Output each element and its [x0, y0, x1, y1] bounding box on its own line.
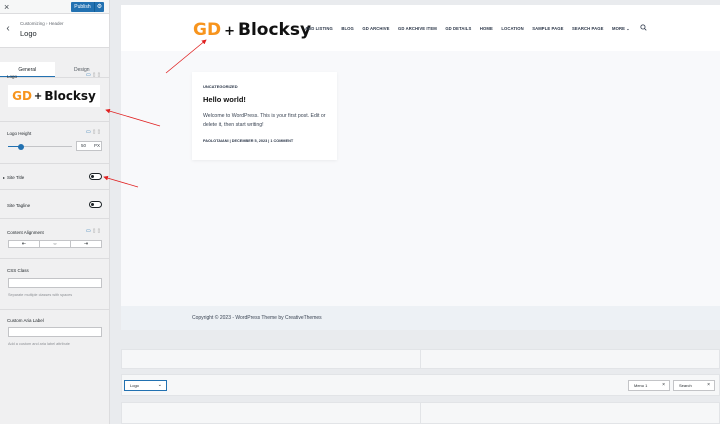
css-class-input[interactable]: [8, 278, 102, 288]
divider: [0, 121, 109, 122]
back-chevron-icon[interactable]: ‹: [4, 23, 12, 34]
responsive-switcher: ▭▯▯: [86, 72, 102, 78]
site-preview: GD + Blocksy ADD LISTING BLOG GD ARCHIVE G…: [121, 5, 720, 330]
logo-height-value: 50: [81, 143, 87, 148]
post-category[interactable]: UNCATEGORIZED: [203, 84, 238, 89]
desktop-icon[interactable]: ▭: [86, 228, 93, 234]
logo-text-plus: +: [33, 90, 43, 102]
align-left-icon[interactable]: ⇤: [9, 241, 40, 247]
customizer-topbar: × Publish ⚙: [0, 0, 109, 14]
post-title[interactable]: Hello world!: [203, 95, 246, 104]
post-card: UNCATEGORIZED Hello world! Welcome to Wo…: [192, 72, 337, 160]
section-header: ‹ Customizing › Header Logo: [0, 14, 109, 48]
builder-row-bottom[interactable]: [121, 402, 720, 424]
logo-text-gd: GD: [12, 89, 32, 103]
aria-label-help: Add a custom and aria label attribute: [8, 342, 70, 346]
site-tagline-toggle[interactable]: [89, 201, 102, 208]
row-divider: [420, 350, 421, 368]
builder-row-top[interactable]: [121, 349, 720, 369]
search-item-chip[interactable]: Search ×: [673, 380, 715, 391]
aria-label-label: Custom Aria Label: [7, 318, 44, 323]
logo-text-blocksy: Blocksy: [44, 89, 96, 103]
aria-label-input[interactable]: [8, 327, 102, 337]
menu-chip-label: Menu 1: [634, 383, 648, 388]
publish-button[interactable]: Publish: [71, 2, 94, 12]
nav-item-more[interactable]: MORE ⌄: [612, 26, 630, 31]
nav-item-blog[interactable]: BLOG: [341, 26, 354, 31]
logo-height-input[interactable]: 50 PX: [76, 141, 102, 151]
align-right-icon[interactable]: ⇥: [71, 241, 101, 247]
divider: [0, 218, 109, 219]
gear-icon[interactable]: ⚙: [94, 2, 104, 12]
search-icon[interactable]: [640, 24, 647, 31]
logo-height-label: Logo Height: [7, 131, 32, 136]
align-center-icon[interactable]: ⇔: [40, 241, 71, 247]
css-class-label: CSS Class: [7, 268, 29, 273]
site-footer: Copyright © 2023 - WordPress Theme by Cr…: [121, 306, 720, 330]
menu-item-chip[interactable]: Menu 1 ×: [628, 380, 670, 391]
responsive-switcher: ▭▯▯: [86, 228, 102, 234]
section-title: Logo: [20, 29, 37, 38]
post-meta: PAOLOTAIANI | DECEMBER 5, 2023 | 1 COMME…: [203, 139, 294, 143]
logo-height-slider-thumb[interactable]: [18, 143, 24, 150]
nav-item-gd-archive[interactable]: GD ARCHIVE: [362, 26, 389, 31]
nav-item-sample-page[interactable]: SAMPLE PAGE: [532, 26, 563, 31]
content-alignment-buttons: ⇤ ⇔ ⇥: [8, 240, 102, 248]
site-header: GD + Blocksy ADD LISTING BLOG GD ARCHIVE G…: [121, 5, 720, 51]
nav-item-home[interactable]: HOME: [480, 26, 493, 31]
customizer-sidebar: × Publish ⚙ ‹ Customizing › Header Logo …: [0, 0, 110, 424]
main-nav: ADD LISTING BLOG GD ARCHIVE GD ARCHIVE I…: [305, 26, 638, 31]
site-title-toggle[interactable]: [89, 173, 102, 180]
site-logo-blocksy: Blocksy: [237, 20, 312, 40]
logo-option-label: Logo: [7, 74, 18, 79]
nav-item-add-listing[interactable]: ADD LISTING: [305, 26, 333, 31]
mobile-icon[interactable]: ▯: [98, 129, 103, 135]
divider: [0, 163, 109, 164]
post-excerpt: Welcome to WordPress. This is your first…: [203, 113, 326, 128]
builder-row-middle[interactable]: Logo ⌄ Menu 1 × Search ×: [121, 374, 720, 396]
nav-item-search-page[interactable]: SEARCH PAGE: [572, 26, 604, 31]
mobile-icon[interactable]: ▯: [98, 228, 103, 234]
search-chip-label: Search: [679, 383, 692, 388]
site-tagline-label: Site Tagline: [7, 203, 31, 208]
logo-height-unit[interactable]: PX: [94, 142, 100, 150]
divider: [0, 189, 109, 190]
copyright-text: Copyright © 2023 - WordPress Theme by Cr…: [192, 315, 322, 321]
close-icon[interactable]: ×: [707, 381, 710, 390]
content-alignment-label: Content Alignment: [7, 230, 44, 235]
responsive-switcher: ▭▯▯: [86, 129, 102, 135]
css-class-help: Separate multiple classes with spaces: [8, 293, 73, 297]
logo-chip-label: Logo: [130, 383, 139, 388]
nav-item-location[interactable]: LOCATION: [501, 26, 523, 31]
breadcrumb: Customizing › Header: [20, 21, 64, 26]
desktop-icon[interactable]: ▭: [86, 129, 93, 135]
close-icon[interactable]: ×: [4, 1, 9, 13]
caret-right-icon[interactable]: ▸: [3, 175, 5, 180]
mobile-icon[interactable]: ▯: [98, 72, 103, 78]
logo-item-chip[interactable]: Logo ⌄: [124, 380, 167, 391]
site-title-label: Site Title: [7, 175, 25, 180]
site-logo-plus: +: [224, 24, 235, 39]
site-logo[interactable]: GD + Blocksy: [193, 20, 311, 40]
nav-item-gd-details[interactable]: GD DETAILS: [445, 26, 471, 31]
divider: [0, 309, 109, 310]
desktop-icon[interactable]: ▭: [86, 72, 93, 78]
chevron-down-icon: ⌄: [157, 382, 162, 388]
close-icon[interactable]: ×: [662, 381, 665, 390]
site-logo-gd: GD: [193, 20, 222, 40]
logo-image-preview[interactable]: GD + Blocksy: [8, 85, 100, 107]
divider: [0, 258, 109, 259]
row-divider: [420, 403, 421, 423]
nav-item-gd-archive-item[interactable]: GD ARCHIVE ITEM: [398, 26, 437, 31]
